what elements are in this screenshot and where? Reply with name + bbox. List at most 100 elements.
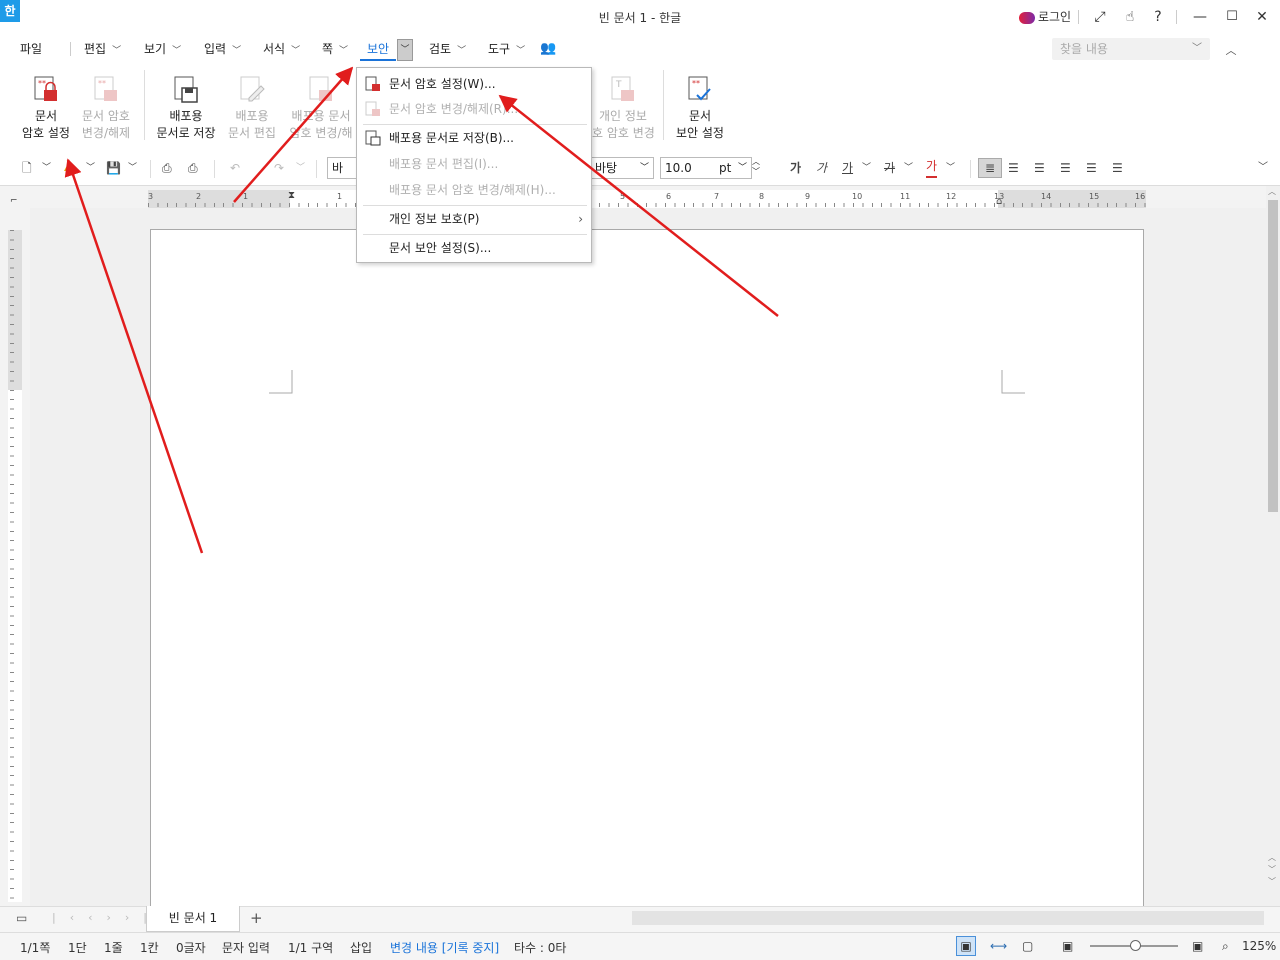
status-section[interactable]: 1/1 구역 bbox=[288, 939, 333, 956]
view-width-icon[interactable]: ⟷ bbox=[990, 939, 1007, 953]
zoom-search-icon[interactable]: ⌕ bbox=[1222, 939, 1229, 954]
menu-item-doc-security-settings[interactable]: 문서 보안 설정(S)... bbox=[357, 236, 591, 260]
undo-icon[interactable]: ↶ bbox=[230, 158, 240, 178]
scrollbar-thumb[interactable] bbox=[1268, 200, 1278, 512]
collaboration-icon[interactable]: 👥 bbox=[540, 41, 556, 61]
redo-icon[interactable]: ↷ bbox=[274, 158, 284, 178]
menu-tools[interactable]: 도구 ﹀ bbox=[488, 41, 525, 61]
ruler-tick-label: 10 bbox=[852, 192, 863, 201]
collapse-ribbon-icon[interactable]: ︿ bbox=[1224, 40, 1238, 62]
doc-security-settings-button[interactable]: ** 문서 보안 설정 bbox=[672, 72, 728, 142]
chevron-down-icon: ﹀ bbox=[516, 46, 526, 56]
chevron-down-icon[interactable]: ﹀ bbox=[296, 158, 305, 178]
menu-edit[interactable]: 편집 ﹀ bbox=[84, 41, 121, 61]
tab-stop-icon[interactable]: ⌐ bbox=[10, 196, 18, 206]
chevron-down-icon[interactable]: ﹀ bbox=[128, 158, 137, 178]
menu-item-label: 문서 암호 변경/해제(R)... bbox=[389, 102, 519, 116]
chevron-down-icon[interactable]: ﹀ bbox=[946, 158, 955, 178]
privacy-button[interactable]: T 개인 정보 호 암호 변경 bbox=[592, 72, 654, 142]
chevron-down-icon[interactable]: ﹀ bbox=[86, 158, 95, 178]
font-select[interactable]: 바탕 ﹀ bbox=[590, 157, 654, 179]
chevron-down-icon[interactable]: ﹀ bbox=[904, 158, 913, 178]
zoom-slider-thumb[interactable] bbox=[1130, 940, 1141, 951]
status-insert-mode[interactable]: 삽입 bbox=[350, 939, 372, 956]
distribution-lock-icon bbox=[308, 76, 334, 104]
maximize-icon[interactable]: ☐ bbox=[1220, 6, 1244, 28]
menu-format[interactable]: 서식 ﹀ bbox=[263, 41, 300, 61]
status-position: 1칸 bbox=[140, 941, 159, 955]
underline-button[interactable]: 가 bbox=[842, 158, 853, 178]
indent-marker-icon[interactable]: ⧗ bbox=[288, 190, 295, 201]
chevron-down-icon[interactable]: ﹀ bbox=[862, 158, 871, 178]
align-left-icon[interactable]: ☰ bbox=[1008, 158, 1019, 178]
font-size-stepper[interactable]: ︿ ﹀ bbox=[752, 157, 766, 179]
view-page-icon[interactable]: ▣ bbox=[956, 936, 976, 956]
help-icon[interactable]: ? bbox=[1148, 6, 1168, 28]
align-distribute-icon[interactable]: ☰ bbox=[1086, 158, 1097, 178]
menu-view[interactable]: 보기 ﹀ bbox=[144, 41, 181, 61]
account-icon bbox=[1018, 11, 1035, 24]
menu-item-distribution-save[interactable]: 배포용 문서로 저장(B)... bbox=[357, 126, 591, 150]
menu-item-doc-password-set[interactable]: 문서 암호 설정(W)... bbox=[357, 72, 591, 96]
document-page[interactable] bbox=[150, 229, 1144, 929]
align-right-icon[interactable]: ☰ bbox=[1060, 158, 1071, 178]
view-full-icon[interactable]: ▢ bbox=[1022, 939, 1033, 953]
align-justify-icon[interactable]: ≣ bbox=[978, 158, 1002, 178]
status-input-mode[interactable]: 문자 입력 bbox=[222, 939, 270, 956]
toolbar-more-icon[interactable]: ﹀ bbox=[1258, 158, 1268, 178]
view-fit-icon[interactable]: ▣ bbox=[1062, 939, 1073, 953]
print-icon[interactable]: ⎙ bbox=[162, 158, 172, 178]
menu-security-chevron-icon[interactable]: ﹀ bbox=[397, 39, 413, 61]
print-preview-icon[interactable]: ⎙ bbox=[188, 158, 198, 178]
menu-page-label: 쪽 bbox=[322, 42, 334, 56]
menu-item-privacy[interactable]: 개인 정보 보호(P) › bbox=[357, 207, 591, 231]
zoom-level[interactable]: 125% bbox=[1242, 939, 1276, 953]
login-button[interactable]: 로그인 bbox=[1016, 6, 1074, 28]
find-input[interactable]: 찾을 내용 ﹀ bbox=[1052, 38, 1210, 60]
touch-mode-icon[interactable]: ☝ bbox=[1120, 6, 1140, 28]
menu-insert[interactable]: 입력 ﹀ bbox=[204, 41, 241, 61]
doc-password-set-button[interactable]: ** 문서 암호 설정 bbox=[18, 72, 74, 142]
font-color-button[interactable]: 가 bbox=[926, 158, 938, 178]
fullscreen-icon[interactable]: ⤢ bbox=[1090, 6, 1110, 28]
save-icon[interactable]: 💾 bbox=[106, 158, 121, 178]
new-document-icon[interactable]: 🗋 bbox=[22, 158, 32, 178]
bold-button[interactable]: 가 bbox=[790, 158, 801, 178]
vertical-ruler[interactable] bbox=[8, 230, 22, 902]
style-select[interactable]: 바 bbox=[327, 157, 357, 179]
close-icon[interactable]: ✕ bbox=[1250, 6, 1274, 28]
right-indent-marker-icon[interactable]: ⌂ bbox=[996, 196, 1002, 207]
menu-separator bbox=[363, 205, 587, 206]
menu-item-distribution-password[interactable]: 배포용 문서 암호 변경/해제(H)... bbox=[357, 178, 591, 202]
minimize-icon[interactable]: — bbox=[1188, 6, 1212, 28]
doc-password-change-button[interactable]: ** 문서 암호 변경/해제 bbox=[78, 72, 134, 142]
italic-button[interactable]: 가 bbox=[816, 158, 827, 178]
zoom-fit-icon[interactable]: ▣ bbox=[1192, 939, 1203, 953]
status-page[interactable]: 1/1쪽 bbox=[20, 939, 50, 956]
menu-item-doc-password-change[interactable]: 문서 암호 변경/해제(R)... bbox=[357, 97, 591, 121]
menu-file[interactable]: 파일 bbox=[20, 41, 42, 61]
menu-item-distribution-edit[interactable]: 배포용 문서 편집(I)... bbox=[357, 152, 591, 176]
chevron-down-icon[interactable]: ﹀ bbox=[1192, 38, 1202, 60]
horizontal-ruler[interactable]: 3 2 1 1 5 6 7 8 9 10 11 12 13 14 15 16 ⧗… bbox=[148, 190, 1146, 208]
strikethrough-button[interactable]: 가 bbox=[884, 158, 895, 178]
tab-document-1[interactable]: 빈 문서 1 bbox=[146, 906, 240, 932]
status-track-changes[interactable]: 변경 내용 [기록 중지] bbox=[390, 939, 499, 956]
tab-nav-arrows-icon[interactable]: |‹‹››| bbox=[52, 911, 161, 924]
scroll-up-icon[interactable]: ︿ bbox=[1268, 186, 1276, 197]
distribution-edit-button[interactable]: 배포용 문서 편집 bbox=[224, 72, 280, 142]
menu-security[interactable]: 보안 bbox=[360, 41, 396, 61]
chevron-down-icon[interactable]: ﹀ bbox=[42, 158, 51, 178]
distribution-password-button[interactable]: 배포용 문서 암호 변경/해 bbox=[286, 72, 356, 142]
align-divide-icon[interactable]: ☰ bbox=[1112, 158, 1123, 178]
horizontal-scrollbar[interactable] bbox=[632, 911, 1264, 925]
menu-review[interactable]: 검토 ﹀ bbox=[429, 41, 466, 61]
page-nav-icon[interactable]: ︿ ﹀ ﹀ bbox=[1268, 852, 1276, 888]
add-tab-button[interactable]: + bbox=[250, 909, 263, 927]
view-mode-icon[interactable]: ▭ bbox=[16, 911, 27, 925]
open-folder-icon[interactable]: ▰ bbox=[64, 158, 73, 178]
distribution-save-button[interactable]: 배포용 문서로 저장 bbox=[156, 72, 216, 142]
align-center-icon[interactable]: ☰ bbox=[1034, 158, 1045, 178]
menu-page[interactable]: 쪽 ﹀ bbox=[322, 41, 348, 61]
font-size-input[interactable]: 10.0 pt ﹀ bbox=[660, 157, 752, 179]
